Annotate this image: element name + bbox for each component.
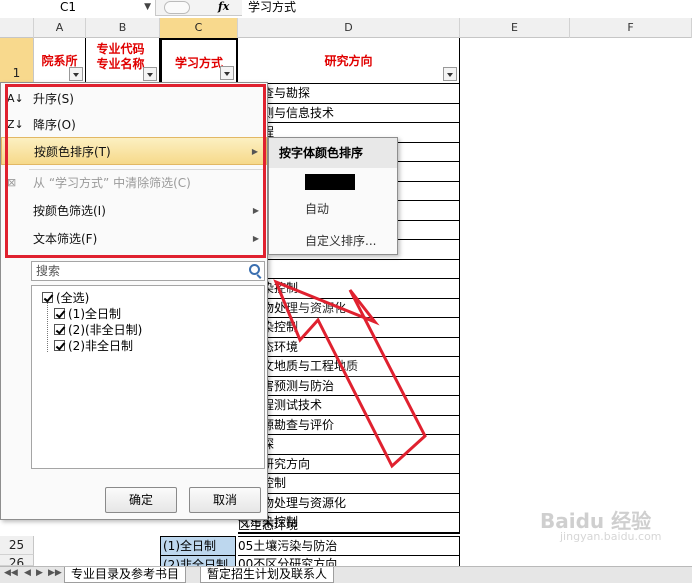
header-major-label: 专业代码 专业名称 xyxy=(96,42,145,71)
submenu-auto-item[interactable]: 自动 xyxy=(305,200,329,217)
tree-connector xyxy=(47,302,48,352)
cell-d[interactable]: 水资源勘查与评价 xyxy=(238,415,460,435)
submenu-custom-sort-item[interactable]: 自定义排序... xyxy=(305,232,376,249)
header-cell-research-direction[interactable]: 研究方向 xyxy=(238,38,460,84)
header-department-label: 院系所 xyxy=(41,54,78,68)
checkbox-select-all[interactable]: (全选) xyxy=(42,290,89,306)
cancel-button[interactable]: 取消 xyxy=(189,487,261,513)
cell-d[interactable] xyxy=(238,259,460,279)
row-header-1[interactable]: 1 xyxy=(0,38,34,84)
ok-button[interactable]: 确定 xyxy=(105,487,177,513)
cell-reference: C1 xyxy=(60,0,77,14)
sheet-tab[interactable]: 专业目录及参考书目 xyxy=(64,567,187,583)
watermark-url: jingyan.baidu.com xyxy=(560,530,662,543)
cell-d[interactable]: 质灾害预测与防治 xyxy=(238,376,460,396)
highlight-frame xyxy=(5,84,266,258)
cell-d[interactable]: 体废物处理与资源化 xyxy=(238,493,460,513)
font-color-swatch-black[interactable] xyxy=(305,174,355,190)
cell-d25[interactable]: 05土壤污染与防治 xyxy=(238,536,460,556)
checkbox-checked-icon[interactable] xyxy=(54,340,65,351)
cell-d[interactable]: 区生态环境 xyxy=(238,337,460,357)
sort-by-font-color-title: 按字体颜色排序 xyxy=(269,138,397,168)
tree-item-label: (1)全日制 xyxy=(68,307,121,321)
cell-d[interactable]: 井水文地质与工程地质 xyxy=(238,357,460,377)
row-header-25[interactable]: 25 xyxy=(0,536,34,555)
checkbox-checked-icon[interactable] xyxy=(42,292,53,303)
search-icon[interactable] xyxy=(249,264,260,275)
filter-value-list: (全选) (1)全日制 (2)(非全日制) (2)非全日制 xyxy=(31,285,265,469)
checkbox-part-time-paren[interactable]: (2)(非全日制) xyxy=(54,322,142,338)
tree-item-label: (2)(非全日制) xyxy=(68,323,143,337)
search-placeholder: 搜索 xyxy=(36,264,61,278)
row-header-26[interactable]: 26 xyxy=(0,555,34,566)
filter-dropdown-button-b[interactable] xyxy=(143,67,157,81)
header-cell-department[interactable]: 院系所 xyxy=(34,38,86,84)
formula-bar: C1 ▼ fx 学习方式 xyxy=(0,0,692,16)
column-header-f[interactable]: F xyxy=(570,18,692,38)
select-all-corner[interactable] xyxy=(0,18,34,38)
cell-d[interactable]: 污染控制 xyxy=(238,474,460,494)
next-sheet-icon[interactable]: ▶ xyxy=(36,568,43,578)
header-research-direction-label: 研究方向 xyxy=(324,54,373,68)
cell-d[interactable]: 矿普查与勘探 xyxy=(238,84,460,104)
cell-d[interactable]: 气污染控制 xyxy=(238,318,460,338)
tree-item-label: (全选) xyxy=(56,291,90,305)
cell-d[interactable]: 区生态环境 xyxy=(238,516,460,534)
cell-d[interactable]: 球探测与信息技术 xyxy=(238,103,460,123)
column-header-bar: A B C D E F xyxy=(0,18,692,38)
chevron-down-icon[interactable]: ▼ xyxy=(144,0,151,14)
first-sheet-icon[interactable]: ◀◀ xyxy=(4,568,18,578)
checkbox-full-time[interactable]: (1)全日制 xyxy=(54,306,121,322)
checkbox-checked-icon[interactable] xyxy=(54,308,65,319)
cell-d[interactable]: 井物探 xyxy=(238,435,460,455)
checkbox-part-time[interactable]: (2)非全日制 xyxy=(54,338,133,354)
insert-function-icon[interactable]: fx xyxy=(218,0,229,14)
cell-d[interactable]: 土工程测试技术 xyxy=(238,396,460,416)
header-cell-study-mode[interactable]: 学习方式 xyxy=(160,38,238,84)
cell-d[interactable]: 区分研究方向 xyxy=(238,454,460,474)
column-header-d[interactable]: D xyxy=(238,18,460,38)
formula-input[interactable]: 学习方式 xyxy=(242,0,692,16)
last-sheet-icon[interactable]: ▶▶ xyxy=(48,568,62,578)
search-input[interactable]: 搜索 xyxy=(31,261,265,281)
filter-dropdown-button-c[interactable] xyxy=(220,66,234,80)
cell-c25[interactable]: (1)全日制 xyxy=(160,536,236,556)
formula-bar-resize-handle[interactable] xyxy=(164,1,190,14)
checkbox-checked-icon[interactable] xyxy=(54,324,65,335)
header-cell-major[interactable]: 专业代码 专业名称 xyxy=(86,38,160,84)
column-header-b[interactable]: B xyxy=(86,18,160,38)
column-header-e[interactable]: E xyxy=(460,18,570,38)
column-header-c[interactable]: C xyxy=(160,18,238,38)
sort-by-color-submenu: 按字体颜色排序 自动 自定义排序... xyxy=(268,137,398,255)
header-study-mode-label: 学习方式 xyxy=(174,56,223,70)
column-header-a[interactable]: A xyxy=(34,18,86,38)
filter-dropdown-button-d[interactable] xyxy=(443,67,457,81)
cell-d[interactable]: 体废物处理与资源化 xyxy=(238,298,460,318)
sheet-tab[interactable]: 暂定招生计划及联系人 xyxy=(200,567,335,583)
cell-d[interactable]: 壤污染控制 xyxy=(238,279,460,299)
tree-item-label: (2)非全日制 xyxy=(68,339,133,353)
prev-sheet-icon[interactable]: ◀ xyxy=(24,568,31,578)
name-box[interactable]: C1 ▼ xyxy=(0,0,156,16)
sheet-tab-bar: ◀◀ ◀ ▶ ▶▶ 专业目录及参考书目 暂定招生计划及联系人 xyxy=(0,566,692,583)
filter-dropdown-button-a[interactable] xyxy=(69,67,83,81)
